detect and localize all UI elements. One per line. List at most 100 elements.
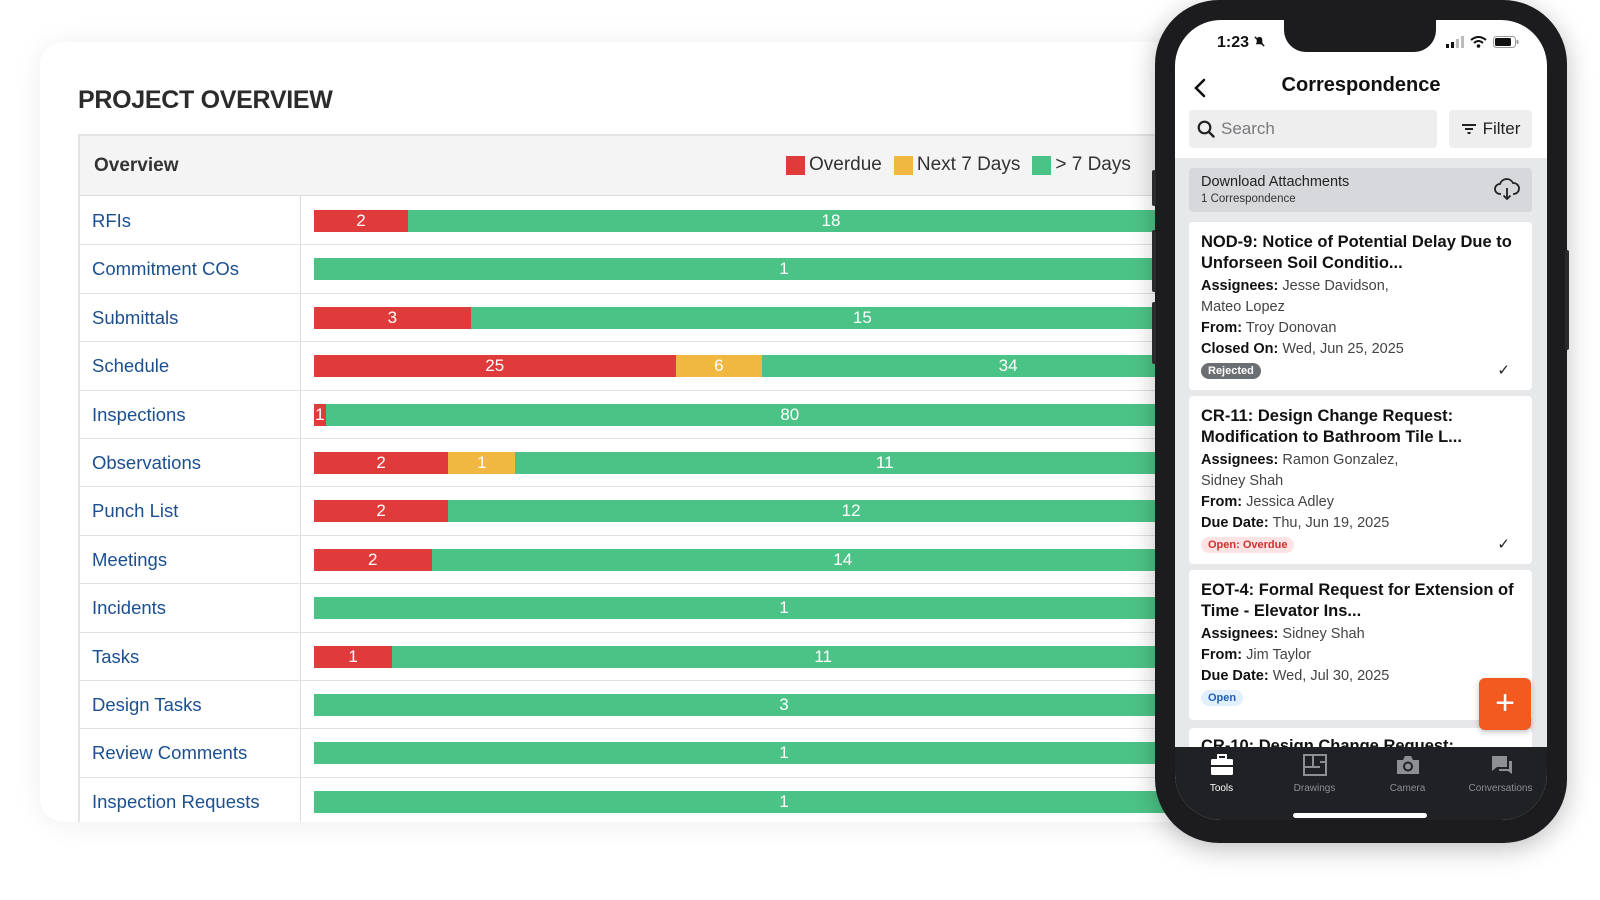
stacked-bar[interactable]: 1 [314, 258, 1240, 281]
filter-button[interactable]: Filter [1449, 110, 1532, 148]
status-badge: Rejected [1201, 363, 1261, 379]
card-assignees: Assignees: Jesse Davidson, [1201, 276, 1389, 296]
stacked-bar[interactable]: 1 11 [314, 645, 1240, 668]
card-date: Closed On: Wed, Jun 25, 2025 [1201, 339, 1404, 359]
legend-swatch-later [1032, 155, 1052, 175]
tab-label: Tools [1209, 783, 1234, 794]
segment-overdue[interactable]: 1 [314, 645, 393, 668]
stacked-bar[interactable]: 3 [314, 693, 1240, 716]
stacked-bar[interactable]: 2 18 [314, 210, 1240, 232]
segment-later[interactable]: 1 [314, 790, 1240, 813]
segment-later[interactable]: 15 [470, 306, 1240, 329]
row-label-link[interactable]: Observations [92, 439, 201, 487]
segment-later[interactable]: 11 [515, 451, 1240, 474]
segment-overdue[interactable]: 2 [314, 548, 432, 571]
segment-overdue[interactable]: 2 [314, 451, 449, 474]
correspondence-card[interactable]: CR-11: Design Change Request: Modificati… [1189, 396, 1532, 564]
table-row: RFIs 2 18 [80, 197, 1240, 246]
row-label-link[interactable]: Tasks [92, 633, 139, 681]
status-icons [1446, 36, 1519, 48]
segment-overdue[interactable]: 2 [314, 500, 449, 523]
table-row: Submittals 3 15 [80, 294, 1240, 343]
tab-camera[interactable]: Camera [1361, 753, 1454, 794]
download-subtitle: 1 Correspondence [1201, 193, 1296, 205]
segment-overdue[interactable]: 25 [314, 355, 676, 378]
card-title: NOD-9: Notice of Potential Delay Due to … [1201, 233, 1512, 272]
segment-later[interactable]: 11 [392, 645, 1240, 668]
stacked-bar[interactable]: 1 [314, 597, 1240, 620]
stacked-bar[interactable]: 25 6 34 [314, 355, 1240, 378]
from-value: Jim Taylor [1246, 647, 1312, 663]
row-label-link[interactable]: Punch List [92, 487, 178, 535]
card-date: Due Date: Thu, Jun 19, 2025 [1201, 513, 1389, 533]
assignees-value: Sidney Shah [1282, 626, 1365, 642]
row-label-link[interactable]: Submittals [92, 294, 178, 342]
from-value: Jessica Adley [1246, 494, 1334, 510]
home-indicator [1293, 813, 1427, 818]
table-row: Inspections 1 80 [80, 391, 1240, 439]
stacked-bar[interactable]: 1 80 [314, 403, 1240, 426]
phone-volume-down [1152, 302, 1156, 364]
row-label-link[interactable]: Meetings [92, 536, 167, 584]
stacked-bar[interactable]: 2 1 11 [314, 451, 1240, 474]
download-attachments-button[interactable]: Download Attachments 1 Correspondence [1189, 168, 1532, 212]
segment-later[interactable]: 1 [314, 258, 1240, 281]
stacked-bar[interactable]: 1 [314, 790, 1240, 813]
row-label-link[interactable]: Inspection Requests [92, 778, 260, 822]
search-box[interactable] [1189, 110, 1437, 148]
wifi-icon [1470, 36, 1487, 48]
overview-table: Overview Overdue Next 7 Days > 7 Days RF… [78, 134, 1240, 822]
row-label-link[interactable]: Commitment COs [92, 245, 239, 293]
segment-later[interactable]: 12 [448, 500, 1240, 523]
segment-overdue[interactable]: 2 [314, 210, 408, 232]
from-label: From: [1201, 494, 1243, 510]
card-assignees-continued: Sidney Shah [1201, 473, 1284, 489]
tab-tools[interactable]: Tools [1175, 753, 1268, 794]
segment-later[interactable]: 18 [408, 210, 1240, 232]
table-row: Meetings 2 14 [80, 536, 1240, 585]
status-time-text: 1:23 [1217, 34, 1250, 51]
segment-next-7-days[interactable]: 1 [448, 451, 516, 474]
stacked-bar[interactable]: 2 12 [314, 500, 1240, 523]
stacked-bar[interactable]: 3 15 [314, 306, 1240, 329]
segment-overdue[interactable]: 3 [314, 306, 471, 329]
row-label-link[interactable]: RFIs [92, 197, 131, 245]
card-assignees-continued: Mateo Lopez [1201, 299, 1285, 315]
signal-icon [1446, 36, 1464, 48]
add-correspondence-button[interactable]: + [1479, 678, 1531, 730]
cloud-download-icon [1494, 178, 1520, 201]
segment-later[interactable]: 1 [314, 597, 1240, 620]
panel-title: PROJECT OVERVIEW [78, 86, 333, 114]
row-label-link[interactable]: Inspections [92, 391, 186, 439]
correspondence-card[interactable]: NOD-9: Notice of Potential Delay Due to … [1189, 222, 1532, 390]
stacked-bar[interactable]: 2 14 [314, 548, 1240, 571]
row-label-link[interactable]: Schedule [92, 342, 169, 390]
phone-volume-up [1152, 230, 1156, 292]
segment-overdue[interactable]: 1 [314, 403, 326, 426]
segment-later[interactable]: 80 [325, 403, 1240, 426]
segment-next-7-days[interactable]: 6 [675, 355, 763, 378]
date-label: Due Date: [1201, 668, 1269, 684]
stacked-bar[interactable]: 1 [314, 742, 1240, 765]
legend-later: > 7 Days [1032, 154, 1131, 176]
row-label-link[interactable]: Incidents [92, 584, 166, 632]
row-label-link[interactable]: Design Tasks [92, 681, 202, 729]
legend-overdue: Overdue [786, 154, 882, 176]
segment-later[interactable]: 1 [314, 742, 1240, 765]
download-title: Download Attachments [1201, 174, 1350, 190]
overview-rows: RFIs 2 18 Commitment COs 1 Submittals 3 15 Sched… [80, 197, 1240, 822]
filter-icon [1461, 124, 1476, 134]
checkmark-icon: ✓ [1497, 362, 1510, 379]
card-assignees: Assignees: Sidney Shah [1201, 624, 1365, 644]
from-value: Troy Donovan [1245, 320, 1337, 336]
table-row: Review Comments 1 [80, 729, 1240, 778]
project-overview-panel: PROJECT OVERVIEW Overview Overdue Next 7… [40, 42, 1240, 822]
segment-later[interactable]: 3 [314, 693, 1240, 716]
search-input[interactable] [1221, 110, 1431, 148]
tab-drawings[interactable]: Drawings [1268, 753, 1361, 794]
phone-power-button [1565, 250, 1569, 350]
checkmark-icon: ✓ [1497, 536, 1510, 553]
row-label-link[interactable]: Review Comments [92, 729, 247, 777]
tab-conversations[interactable]: Conversations [1454, 753, 1547, 794]
segment-later[interactable]: 14 [431, 548, 1240, 571]
